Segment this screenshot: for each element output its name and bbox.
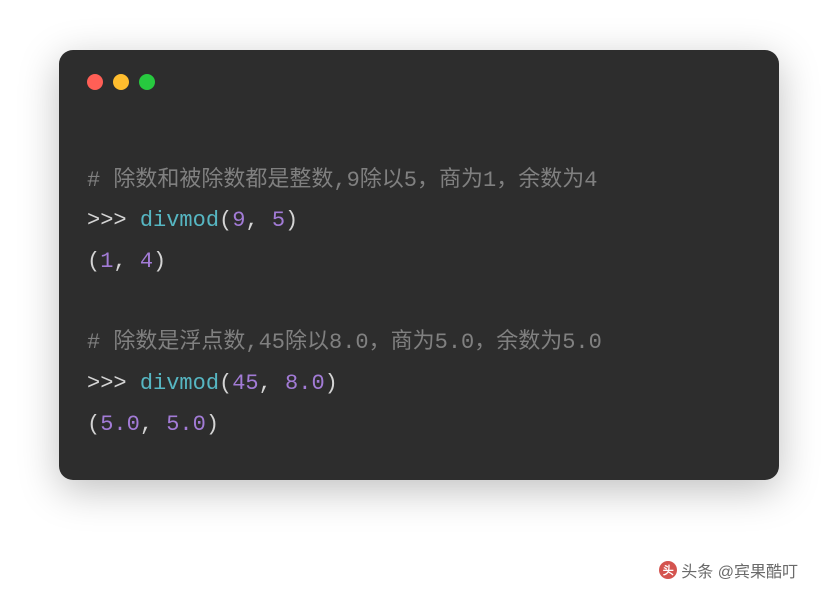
number-literal: 5.0 [100,412,140,437]
number-literal: 4 [140,249,153,274]
comma: , [140,412,166,437]
minimize-icon [113,74,129,90]
paren-close: ) [325,371,338,396]
watermark-text: 头条 @宾果酷叮 [681,558,798,582]
code-block: # 除数和被除数都是整数,9除以5，商为1，余数为4 >>> divmod(9,… [87,120,751,446]
paren-open: ( [87,412,100,437]
paren-close: ) [206,412,219,437]
close-icon [87,74,103,90]
paren-close: ) [153,249,166,274]
code-comment: # 除数和被除数都是整数,9除以5，商为1，余数为4 [87,168,597,193]
comma: , [113,249,139,274]
function-name: divmod [140,208,219,233]
number-literal: 5 [272,208,285,233]
number-literal: 1 [100,249,113,274]
paren-open: ( [219,208,232,233]
repl-prompt: >>> [87,208,140,233]
comma: , [245,208,271,233]
code-comment: # 除数是浮点数,45除以8.0，商为5.0，余数为5.0 [87,330,602,355]
number-literal: 5.0 [166,412,206,437]
watermark-icon: 头 [659,561,677,579]
function-name: divmod [140,371,219,396]
number-literal: 45 [232,371,258,396]
number-literal: 9 [232,208,245,233]
paren-open: ( [219,371,232,396]
paren-open: ( [87,249,100,274]
watermark: 头 头条 @宾果酷叮 [659,558,798,582]
paren-close: ) [285,208,298,233]
repl-prompt: >>> [87,371,140,396]
number-literal: 8.0 [285,371,325,396]
maximize-icon [139,74,155,90]
terminal-window: # 除数和被除数都是整数,9除以5，商为1，余数为4 >>> divmod(9,… [59,50,779,480]
window-titlebar [87,74,751,90]
comma: , [259,371,285,396]
